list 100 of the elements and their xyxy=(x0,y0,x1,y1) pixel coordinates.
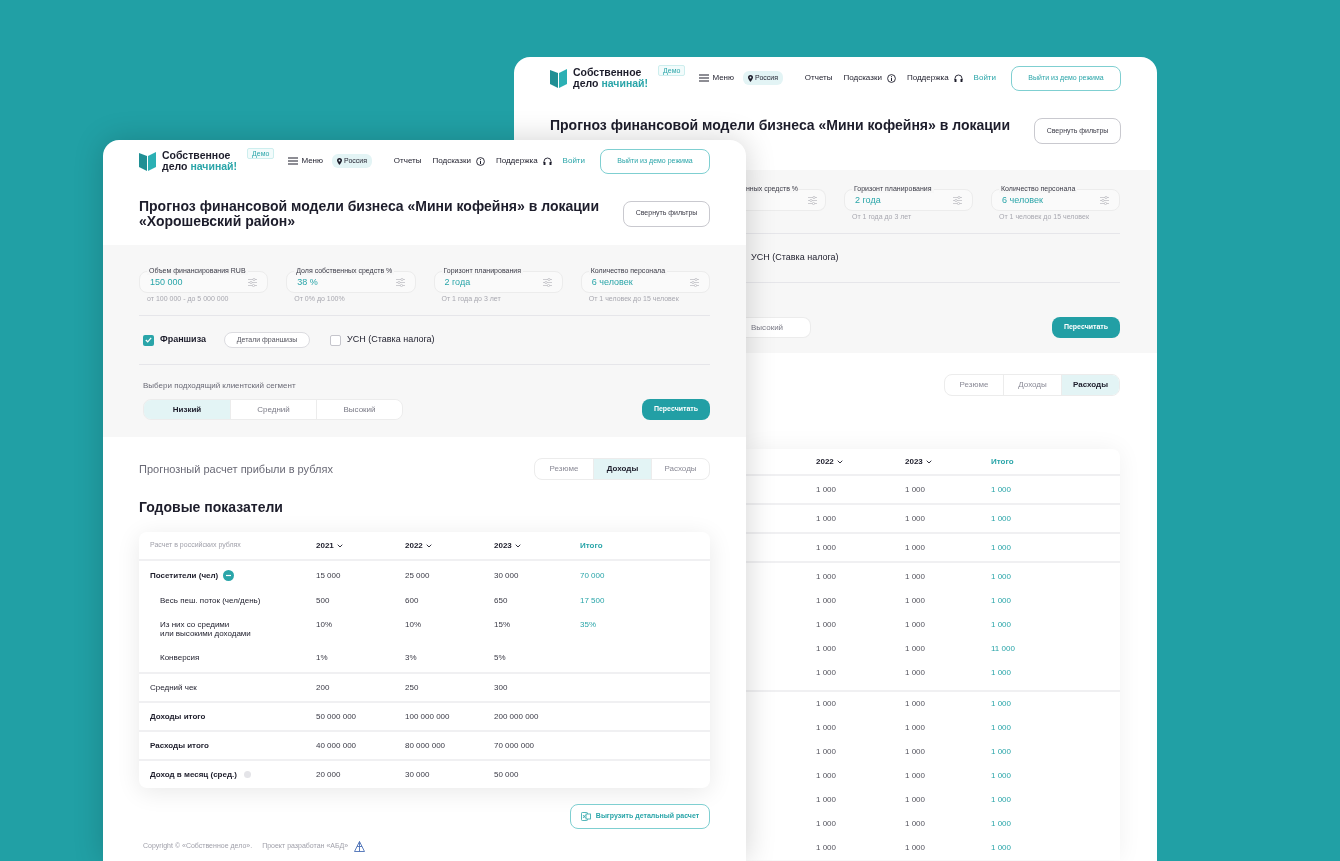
row-label: Расходы итого xyxy=(150,741,209,750)
tab[interactable]: Доходы xyxy=(593,459,651,479)
table-cell-text: 200 000 000 xyxy=(494,712,540,721)
table-cell-text: 1 000 xyxy=(816,667,838,679)
checkbox[interactable] xyxy=(330,334,341,346)
table-cell-text: 80 000 000 xyxy=(405,741,447,750)
logo-text[interactable]: Собственное xyxy=(162,150,238,161)
table-cell-text: 1 000 xyxy=(905,619,927,631)
tab[interactable]: Резюме xyxy=(535,459,593,479)
headset-icon[interactable] xyxy=(953,73,963,83)
column-header[interactable]: 2022 xyxy=(405,539,423,552)
chevron-icon[interactable] xyxy=(836,459,843,464)
table-cell-text: 600 xyxy=(405,596,420,605)
table-cell-text: 1 000 xyxy=(991,722,1013,734)
tab[interactable]: Расходы xyxy=(651,459,709,479)
field-value: 150 000 xyxy=(150,276,183,290)
sliders-icon[interactable] xyxy=(248,277,258,287)
segment-tab[interactable]: Высокий xyxy=(316,400,402,419)
menu-button[interactable]: Меню xyxy=(288,155,324,167)
checkbox-label[interactable]: Франшиза xyxy=(160,333,206,347)
chevron-icon[interactable] xyxy=(425,543,432,548)
sliders-icon[interactable] xyxy=(542,277,552,287)
field-value: 2 года xyxy=(855,194,881,208)
spreadsheet-icon xyxy=(580,812,591,821)
segment-tab[interactable]: Высокий xyxy=(746,317,811,338)
logo-icon[interactable] xyxy=(139,151,157,171)
chevron-icon[interactable] xyxy=(336,543,343,548)
table-cell-text: 1 000 xyxy=(991,770,1013,782)
table-cell-text: 1 000 xyxy=(991,794,1013,806)
sliders-icon[interactable] xyxy=(953,195,962,205)
nav-link[interactable]: Поддержка xyxy=(495,155,538,167)
page-title: Прогноз финансовой модели бизнеса «Мини кофейня» в локации «Хорошевский район» xyxy=(139,198,601,229)
table-cell-text: 20 000 xyxy=(316,770,342,779)
menu-icon xyxy=(699,74,710,82)
table-cell-text: 1 000 xyxy=(905,842,927,854)
table-cell-text: 1 000 xyxy=(991,818,1013,830)
field-value: 2 года xyxy=(444,276,471,290)
column-header[interactable]: 2021 xyxy=(316,539,334,552)
nav-link[interactable]: Отчеты xyxy=(393,155,422,167)
table-cell-text: 1 000 xyxy=(816,619,838,631)
nav-link[interactable]: Поддержка xyxy=(906,72,949,84)
tab[interactable]: Резюме xyxy=(945,375,1003,395)
table-cell-text: 100 000 000 xyxy=(405,712,451,721)
table-cell-text: 15 000 xyxy=(316,571,342,580)
table-cell-text: 1 000 xyxy=(905,770,927,782)
table-cell-text: 300 xyxy=(494,683,509,692)
table-cell-text: 50 000 000 xyxy=(316,712,358,721)
table-cell-text: 1 000 xyxy=(816,842,838,854)
table-cell-text: 1 000 xyxy=(991,619,1013,631)
column-header[interactable]: 2023 xyxy=(494,539,512,552)
sliders-icon[interactable] xyxy=(808,195,817,205)
chevron-icon[interactable] xyxy=(514,543,521,548)
table-cell-text: 1 000 xyxy=(816,571,838,583)
row-label: Из них со средими или высокими доходами xyxy=(159,620,252,638)
table-cell-text: 1 000 xyxy=(991,571,1013,583)
table-cell-text: 17 500 xyxy=(580,596,606,605)
table-cell-text: 1 000 xyxy=(905,512,927,525)
logo-text[interactable]: дело xyxy=(162,161,188,172)
menu-button[interactable]: Меню xyxy=(699,72,735,84)
table-cell-text: 1 000 xyxy=(816,794,838,806)
table-cell-text: 1 000 xyxy=(816,483,838,496)
checkbox-label[interactable]: УСН (Ставка налога) xyxy=(751,251,839,265)
table-cell-text: 1 000 xyxy=(816,746,838,758)
table-cell-text: 30 000 xyxy=(405,770,431,779)
segment-tab[interactable]: Низкий xyxy=(144,400,230,419)
checkbox-label[interactable]: УСН (Ставка налога) xyxy=(347,333,435,347)
collapse-icon[interactable] xyxy=(223,570,235,581)
table-cell-text: 3% xyxy=(405,653,418,662)
developer-logo-icon[interactable] xyxy=(354,841,366,852)
sliders-icon[interactable] xyxy=(1100,195,1109,205)
table-cell-text: 40 000 000 xyxy=(316,741,358,750)
sliders-icon[interactable] xyxy=(690,277,699,287)
nav-link[interactable]: Отчеты xyxy=(804,72,833,84)
table-cell-text: 650 xyxy=(494,596,509,605)
tab[interactable]: Расходы xyxy=(1061,375,1119,395)
segment-prompt: Выбери подходящий клиентский сегмент xyxy=(142,382,297,390)
table-cell-text: 1 000 xyxy=(991,595,1013,607)
logo-text[interactable]: дело xyxy=(573,78,599,89)
logo-icon[interactable] xyxy=(550,68,568,88)
nav-link[interactable]: Подсказки xyxy=(843,72,882,84)
segment-tab[interactable]: Средний xyxy=(230,400,316,419)
table-cell-text: 1 000 xyxy=(816,595,838,607)
table-cell-text: 1 000 xyxy=(905,595,927,607)
table-cell-text: 1% xyxy=(316,653,329,662)
table-cell-text: 10% xyxy=(316,620,333,629)
headset-icon[interactable] xyxy=(542,156,552,166)
table-cell-text: 1 000 xyxy=(905,698,927,710)
logo-text[interactable]: Собственное xyxy=(573,67,649,78)
table-cell-text: 1 000 xyxy=(991,842,1013,854)
chevron-icon[interactable] xyxy=(925,459,932,464)
table-cell-text: 1 000 xyxy=(816,698,838,710)
column-header: Итого xyxy=(991,455,1014,468)
column-header[interactable]: 2022 xyxy=(816,455,834,468)
table-cell-text: 1 000 xyxy=(816,643,838,655)
sliders-icon[interactable] xyxy=(395,277,405,287)
table-cell-text: 1 000 xyxy=(816,818,838,830)
checkbox[interactable] xyxy=(143,334,154,346)
column-header[interactable]: 2023 xyxy=(905,455,923,468)
table-cell-text: 1 000 xyxy=(905,643,927,655)
nav-link[interactable]: Подсказки xyxy=(432,155,471,167)
